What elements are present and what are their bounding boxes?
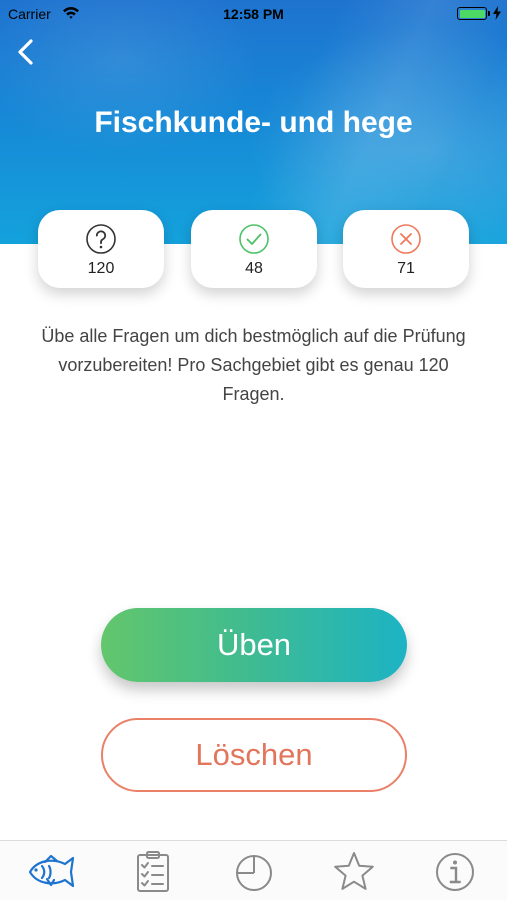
stat-value-total: 120 — [87, 260, 115, 277]
battery-level — [459, 9, 485, 18]
practice-screen: Carrier 12:58 PM Fischkunde- und hege 12… — [0, 0, 507, 900]
question-circle-icon — [86, 224, 116, 254]
tab-fish[interactable] — [25, 849, 77, 895]
stat-card-wrong: 71 — [343, 210, 469, 288]
practice-description: Übe alle Fragen um dich bestmöglich auf … — [41, 326, 466, 404]
tab-bar — [0, 840, 507, 900]
stat-card-correct: 48 — [191, 210, 317, 288]
battery-icon — [457, 7, 490, 20]
stat-card-total: 120 — [38, 210, 164, 288]
tab-stats[interactable] — [228, 849, 280, 895]
checklist-icon — [137, 851, 169, 892]
charging-bolt-icon — [493, 6, 501, 20]
chevron-left-icon — [18, 39, 33, 65]
check-circle-icon — [239, 224, 269, 254]
info-icon — [436, 853, 474, 891]
clock: 12:58 PM — [223, 6, 284, 22]
stat-value-correct: 48 — [245, 260, 263, 277]
tab-favorites[interactable] — [328, 849, 380, 895]
stat-value-wrong: 71 — [397, 260, 415, 277]
tab-info[interactable] — [429, 849, 481, 895]
tab-checklist[interactable] — [127, 849, 179, 895]
x-circle-icon — [391, 224, 421, 254]
practice-button[interactable]: Üben — [101, 608, 407, 682]
delete-button[interactable]: Löschen — [101, 718, 407, 792]
status-bar: Carrier 12:58 PM — [0, 0, 507, 28]
fish-icon — [28, 854, 75, 888]
page-title: Fischkunde- und hege — [94, 106, 413, 139]
back-button[interactable] — [12, 36, 40, 68]
pie-chart-icon — [236, 855, 272, 891]
star-icon — [334, 852, 374, 890]
